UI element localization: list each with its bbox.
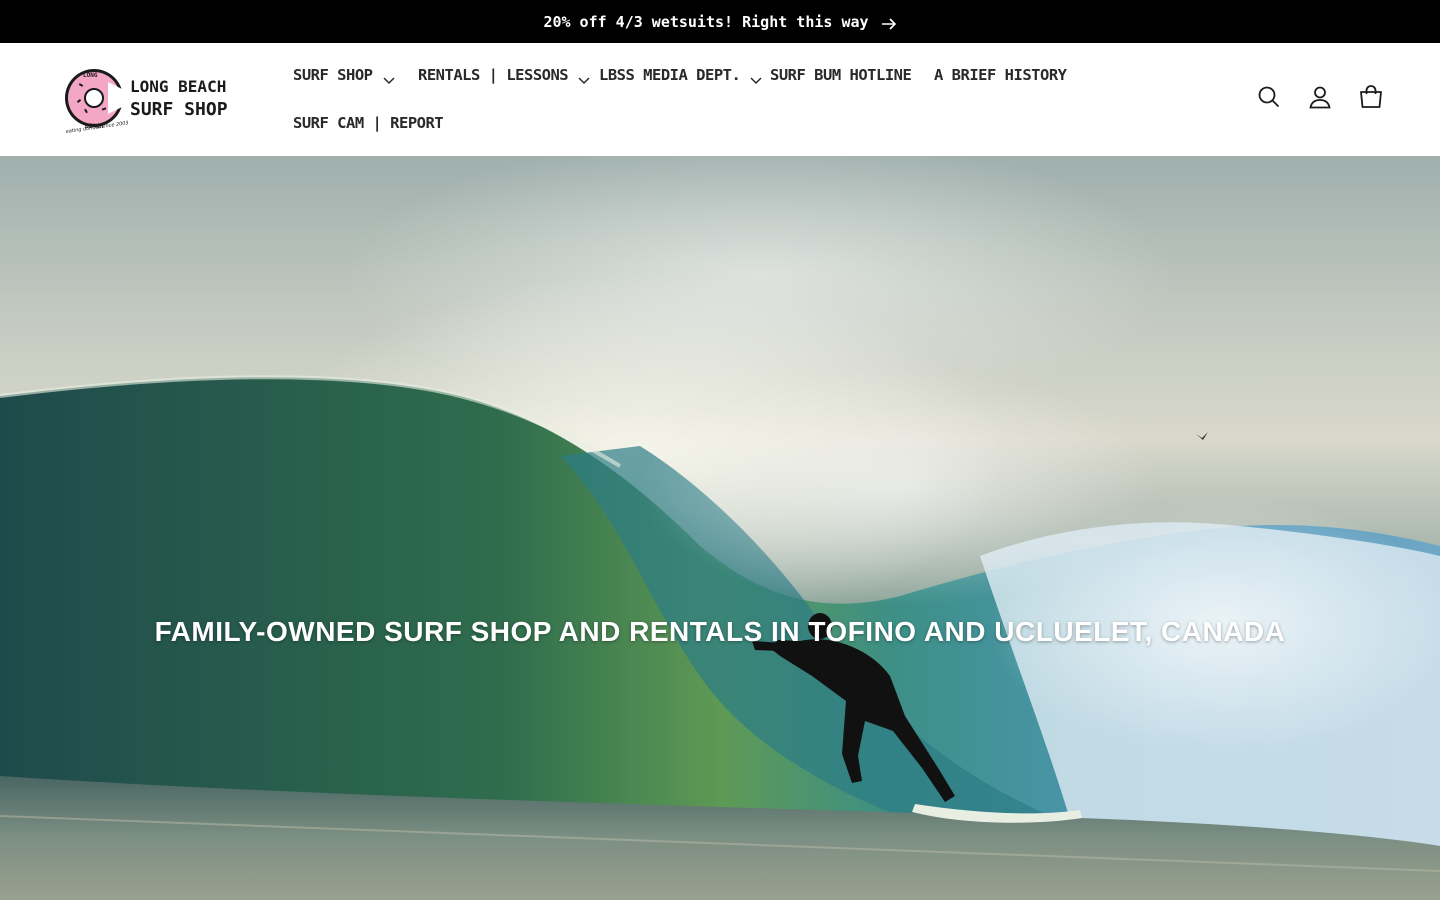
hero-heading: FAMILY-OWNED SURF SHOP AND RENTALS IN TO…: [154, 616, 1286, 647]
bird: [1196, 432, 1208, 440]
arrow-right-icon: [881, 16, 897, 30]
hero-image: [0, 156, 1440, 900]
nav-surf-bum-hotline[interactable]: SURF BUM HOTLINE: [757, 51, 924, 99]
announcement-bar[interactable]: 20% off 4/3 wetsuits! Right this way: [0, 0, 1440, 43]
nav-label: SURF BUM HOTLINE: [770, 66, 912, 84]
logo-line2: SURF SHOP: [130, 99, 228, 120]
chevron-down-icon: [382, 71, 395, 85]
nav-label: LBSS MEDIA DEPT.: [599, 66, 741, 84]
nav-lbss-media[interactable]: LBSS MEDIA DEPT.: [586, 51, 775, 99]
account-button[interactable]: [1297, 76, 1343, 122]
nav-surf-cam-report[interactable]: SURF CAM | REPORT: [280, 99, 456, 147]
nav-brief-history[interactable]: A BRIEF HISTORY: [921, 51, 1079, 99]
site-logo[interactable]: LONG BEACH LONG BEACH SURF SHOP eating d…: [64, 62, 236, 134]
logo-badge-top: LONG: [83, 72, 98, 79]
site-header: LONG BEACH LONG BEACH SURF SHOP eating d…: [0, 43, 1440, 156]
search-icon: [1256, 84, 1282, 115]
announcement-text: 20% off 4/3 wetsuits! Right this way: [543, 12, 869, 31]
logo-line1: LONG BEACH: [130, 77, 226, 96]
hero-banner: FAMILY-OWNED SURF SHOP AND RENTALS IN TO…: [0, 156, 1440, 900]
nav-label: SURF CAM | REPORT: [293, 114, 444, 132]
cart-icon: [1358, 84, 1384, 115]
search-button[interactable]: [1246, 76, 1292, 122]
cart-button[interactable]: [1348, 76, 1394, 122]
nav-label: RENTALS | LESSONS: [418, 66, 569, 84]
nav-rentals-lessons[interactable]: RENTALS | LESSONS: [405, 51, 603, 99]
account-icon: [1307, 84, 1333, 115]
nav-label: A BRIEF HISTORY: [934, 66, 1067, 84]
nav-label: SURF SHOP: [293, 66, 373, 84]
nav-surf-shop[interactable]: SURF SHOP: [280, 51, 408, 99]
